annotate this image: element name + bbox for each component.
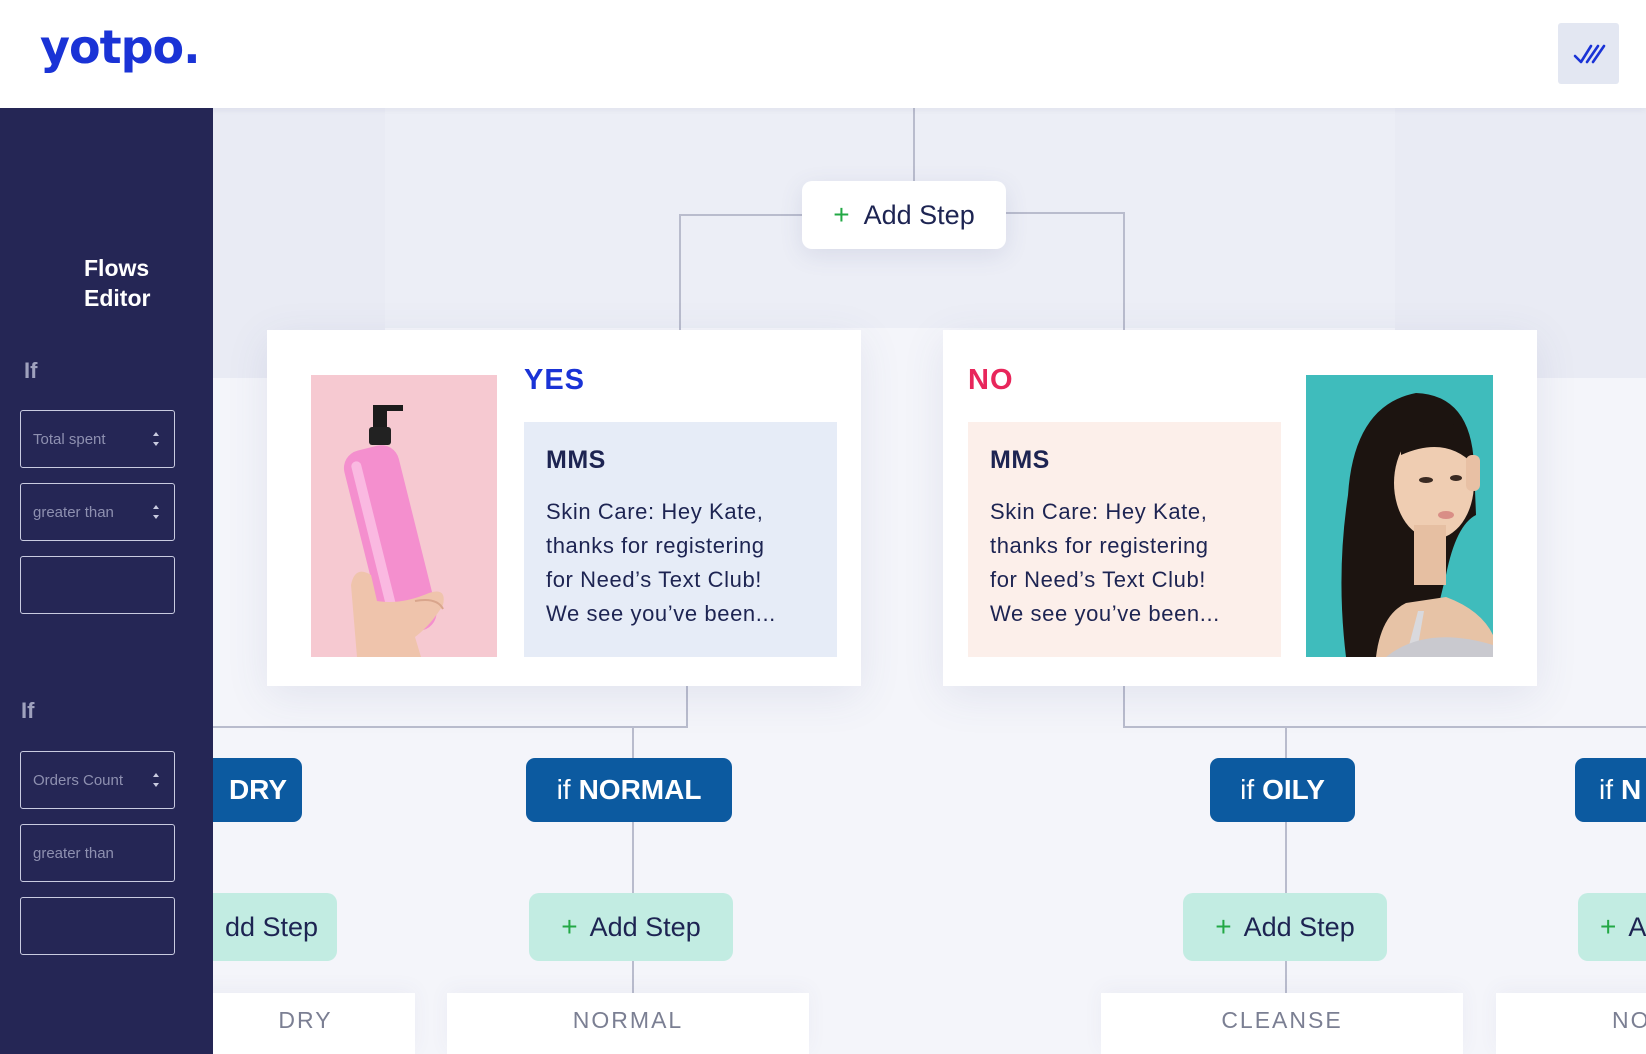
condition-prefix: if bbox=[556, 774, 571, 805]
step-card-normal[interactable]: NORMAL bbox=[447, 993, 809, 1054]
spinner-arrows-icon bbox=[153, 773, 159, 787]
field-value: greater than bbox=[33, 844, 114, 862]
step-card-dry[interactable]: DRY bbox=[196, 993, 415, 1054]
sidebar-title: Flows Editor bbox=[84, 253, 150, 313]
add-step-button-dry[interactable]: dd Step bbox=[196, 893, 337, 961]
message-line: Skin Care: Hey Kate, bbox=[546, 499, 764, 524]
operator-select[interactable]: greater than bbox=[20, 483, 175, 541]
condition-pill-oily[interactable]: if OILY bbox=[1210, 758, 1355, 822]
condition-prefix: if bbox=[1240, 774, 1255, 805]
flows-editor-sidebar: Flows Editor If Total spent greater than… bbox=[0, 108, 213, 1054]
if-label: If bbox=[24, 358, 38, 383]
condition-pill-normal[interactable]: if NORMAL bbox=[526, 758, 732, 822]
field-value: Total spent bbox=[33, 430, 106, 448]
no-label: NO bbox=[968, 364, 1014, 396]
field-value: greater than bbox=[33, 503, 114, 521]
operator-input[interactable]: greater than bbox=[20, 824, 175, 882]
plus-icon: + bbox=[561, 911, 578, 942]
message-line: thanks for registering bbox=[546, 533, 765, 558]
add-step-button-normal[interactable]: + Add Step bbox=[529, 893, 733, 961]
step-card-partial[interactable]: NO bbox=[1496, 993, 1646, 1054]
pink-bottle-image bbox=[311, 375, 497, 657]
step-card-title: CLEANSE bbox=[1221, 1007, 1343, 1033]
message-line: We see you’ve been... bbox=[990, 601, 1220, 626]
add-step-label: Add Step bbox=[863, 199, 975, 230]
step-card-cleanse[interactable]: CLEANSE bbox=[1101, 993, 1463, 1054]
yotpo-logo: yotpo. bbox=[40, 20, 201, 74]
spinner-arrows-icon bbox=[153, 505, 159, 519]
double-check-button[interactable] bbox=[1558, 23, 1619, 84]
add-step-button-oily[interactable]: + Add Step bbox=[1183, 893, 1387, 961]
spinner-arrows-icon bbox=[153, 432, 159, 446]
plus-icon: + bbox=[833, 199, 850, 230]
condition-pill-partial[interactable]: if N bbox=[1575, 758, 1646, 822]
product-photo bbox=[311, 375, 497, 657]
add-step-button-top[interactable]: + Add Step bbox=[802, 181, 1006, 249]
message-line: for Need’s Text Club! bbox=[546, 567, 763, 592]
no-message-preview[interactable]: MMS Skin Care: Hey Kate, thanks for regi… bbox=[968, 422, 1281, 657]
condition-prefix: if bbox=[1599, 774, 1613, 805]
add-step-label: Add Step bbox=[589, 911, 701, 942]
condition-value: NORMAL bbox=[578, 774, 702, 805]
message-type: MMS bbox=[546, 446, 606, 474]
condition-value: OILY bbox=[1262, 774, 1325, 805]
condition-value: DRY bbox=[228, 774, 288, 805]
no-branch-card[interactable]: NO MMS Skin Care: Hey Kate, thanks for r… bbox=[943, 330, 1537, 686]
if-label: If bbox=[21, 698, 35, 723]
condition-value: N bbox=[1621, 774, 1642, 805]
add-step-label: dd Step bbox=[224, 911, 319, 942]
double-check-icon bbox=[1573, 44, 1605, 63]
plus-icon: + bbox=[1215, 911, 1232, 942]
message-line: thanks for registering bbox=[990, 533, 1209, 558]
top-header: yotpo. bbox=[0, 0, 1646, 108]
add-step-label: A bbox=[1628, 911, 1646, 942]
message-text: Skin Care: Hey Kate, thanks for register… bbox=[990, 495, 1259, 631]
condition-field-select[interactable]: Orders Count bbox=[20, 751, 175, 809]
sidebar-title-line: Flows bbox=[84, 255, 150, 281]
woman-portrait-image bbox=[1306, 375, 1493, 657]
yes-label: YES bbox=[524, 364, 586, 396]
condition-field-select[interactable]: Total spent bbox=[20, 410, 175, 468]
message-text: Skin Care: Hey Kate, thanks for register… bbox=[546, 495, 815, 631]
yes-branch-card[interactable]: YES MMS Skin Care: Hey Kate, thanks for … bbox=[267, 330, 861, 686]
yes-message-preview[interactable]: MMS Skin Care: Hey Kate, thanks for regi… bbox=[524, 422, 837, 657]
field-value: Orders Count bbox=[33, 771, 124, 789]
add-step-label: Add Step bbox=[1243, 911, 1355, 942]
message-line: for Need’s Text Club! bbox=[990, 567, 1207, 592]
value-input[interactable] bbox=[20, 897, 175, 955]
add-step-button-partial[interactable]: + A bbox=[1578, 893, 1646, 961]
model-photo bbox=[1306, 375, 1493, 657]
step-card-title: DRY bbox=[278, 1007, 333, 1033]
step-card-title: NO bbox=[1612, 1007, 1646, 1033]
step-card-title: NORMAL bbox=[572, 1007, 684, 1033]
value-input[interactable] bbox=[20, 556, 175, 614]
message-line: Skin Care: Hey Kate, bbox=[990, 499, 1208, 524]
message-type: MMS bbox=[990, 446, 1050, 474]
sidebar-title-line: Editor bbox=[84, 285, 151, 311]
plus-icon: + bbox=[1600, 911, 1617, 942]
message-line: We see you’ve been... bbox=[546, 601, 776, 626]
